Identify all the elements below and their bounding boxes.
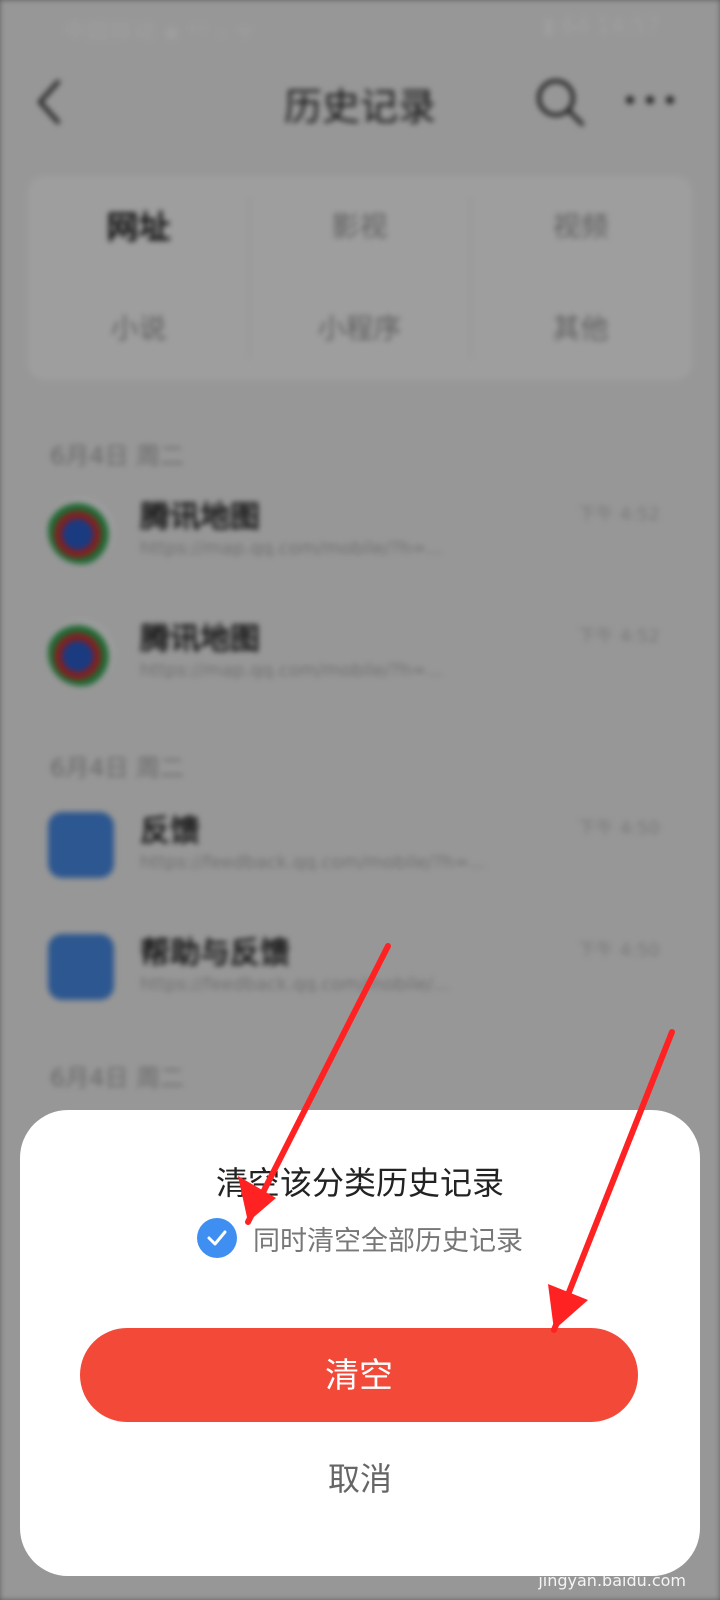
watermark-logo: Baidu经验 [508, 1530, 686, 1570]
dialog-title: 清空该分类历史记录 [215, 1164, 504, 1202]
checkbox-label: 同时清空全部历史记录 [253, 1225, 523, 1257]
clear-button[interactable]: 清空 [80, 1328, 638, 1422]
check-icon[interactable] [197, 1218, 237, 1258]
clear-all-checkbox-row[interactable]: 同时清空全部历史记录 [20, 1216, 700, 1260]
watermark: Baidu经验 jingyan.baidu.com [509, 1522, 686, 1590]
clear-history-sheet: 清空该分类历史记录 同时清空全部历史记录 清空 取消 [20, 1110, 700, 1576]
cancel-button[interactable]: 取消 [20, 1454, 700, 1500]
watermark-url: jingyan.baidu.com [538, 1571, 686, 1590]
